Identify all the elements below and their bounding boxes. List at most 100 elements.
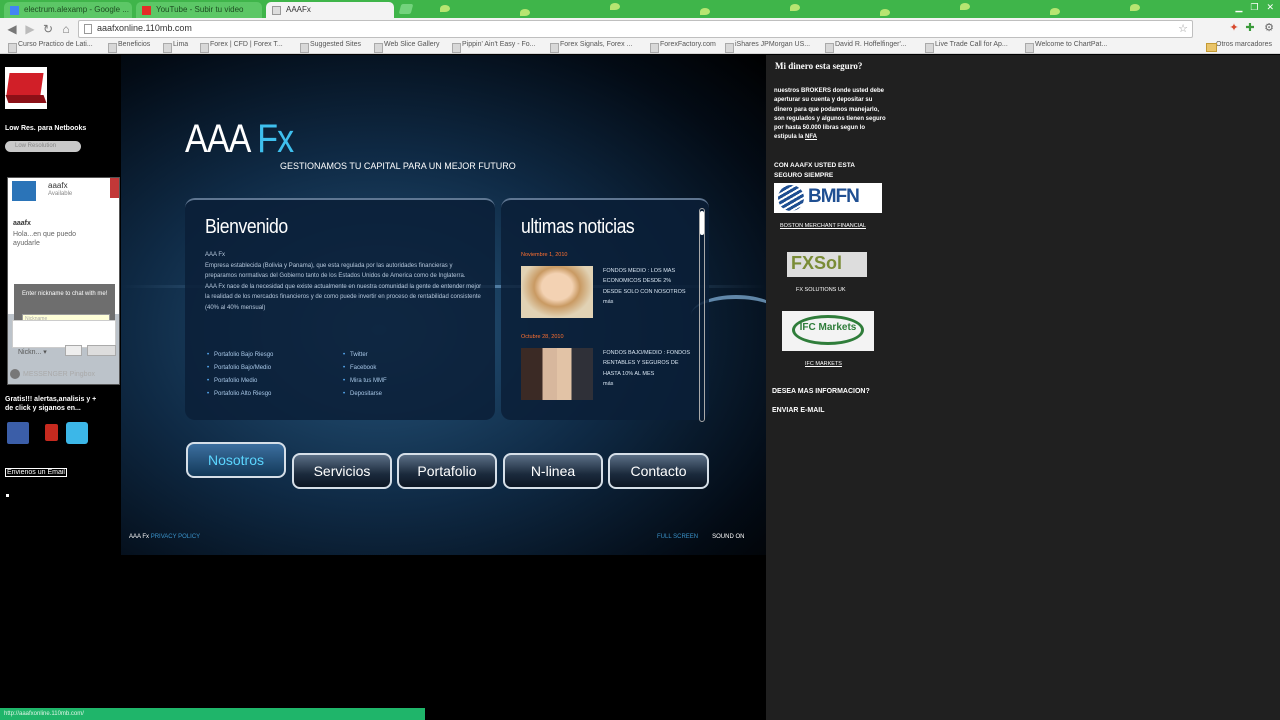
nickname-prompt: Enter nickname to chat with me! <box>22 291 108 297</box>
tab-youtube[interactable]: YouTube - Subir tu video <box>136 2 262 18</box>
news-date: Octubre 28, 2010 <box>521 334 564 340</box>
news-image[interactable] <box>521 348 593 400</box>
bookmark-item[interactable]: Curso Practico de Lati... <box>8 41 93 53</box>
link-facebook[interactable]: Facebook <box>343 365 376 371</box>
site-footer-right: FULL SCREEN SOUND ON <box>657 534 744 540</box>
safety-title: Mi dinero esta seguro? <box>775 61 863 71</box>
bmfn-caption[interactable]: BOSTON MERCHANT FINANCIAL <box>780 223 866 229</box>
safety-text: nuestros BROKERS donde usted debe apertu… <box>774 88 886 141</box>
full-screen-link[interactable]: FULL SCREEN <box>657 534 698 540</box>
netbook-image[interactable] <box>5 67 47 109</box>
bookmark-item[interactable]: ForexFactory.com <box>650 41 716 53</box>
bookmark-item[interactable]: Live Trade Call for Ap... <box>925 41 1008 53</box>
new-tab-button[interactable] <box>398 4 414 14</box>
nickname-dropdown[interactable]: Nickn... ▾ <box>18 348 47 356</box>
bookmark-item[interactable]: Welcome to ChartPat... <box>1025 41 1107 53</box>
contact-status: Available <box>48 191 73 197</box>
reload-icon[interactable]: ↻ <box>40 21 56 37</box>
link-portafolio-medio[interactable]: Portafolio Medio <box>207 378 257 384</box>
send-email-link[interactable]: ENVIAR E-MAIL <box>772 407 825 414</box>
privacy-policy-link[interactable]: PRIVACY POLICY <box>151 534 200 540</box>
send-button[interactable] <box>87 345 116 356</box>
sound-toggle[interactable]: SOUND ON <box>712 534 744 540</box>
bookmark-item[interactable]: Forex | CFD | Forex T... <box>200 41 283 53</box>
site-logo: AAA Fx <box>185 117 294 161</box>
nav-servicios[interactable]: Servicios <box>292 453 392 489</box>
news-item[interactable]: FONDOS MEDIO : LOS MAS ECONOMICOS DESDE … <box>603 266 691 307</box>
pingbox-label: MESSENGER Pingbox <box>23 370 95 378</box>
browser-toolbar: ◀ ▶ ↻ ⌂ aaafxonline.110mb.com ☆ ✦ ✚ ⚙ <box>0 18 1280 40</box>
pingbox-brand: MESSENGER Pingbox <box>10 369 95 379</box>
ifc-caption[interactable]: IFC MARKETS <box>805 361 842 367</box>
tab-gmail[interactable]: electrum.alexamp - Google ... <box>4 2 132 18</box>
avatar <box>12 181 36 201</box>
page-content: Low Res. para Netbooks Low Resolution aa… <box>0 55 1280 720</box>
forward-icon[interactable]: ▶ <box>22 21 38 37</box>
alerts-text: Gratis!!! alertas,analisis y + de click … <box>5 396 97 412</box>
tab-label: YouTube - Subir tu video <box>156 5 244 14</box>
chat-sender: aaafx <box>13 220 31 227</box>
extension-icon-2[interactable]: ✚ <box>1243 21 1257 35</box>
secure-heading: CON AAAFX USTED ESTA SEGURO SIEMPRE <box>774 162 855 179</box>
more-info-heading: DESEA MAS INFORMACION? <box>772 388 870 395</box>
news-image[interactable] <box>521 266 593 318</box>
messenger-pingbox: aaafx Available aaafx Hola...en que pued… <box>7 177 120 385</box>
ifc-logo[interactable]: IFC Markets <box>782 311 874 351</box>
twitter-icon[interactable] <box>66 422 88 444</box>
bookmark-item[interactable]: Forex Signals, Forex ... <box>550 41 632 53</box>
email-link[interactable]: Envienos un Email <box>5 468 67 477</box>
close-icon[interactable]: ✕ <box>1266 2 1274 13</box>
youtube-icon[interactable] <box>42 422 60 444</box>
pingbox-close-button[interactable] <box>110 178 119 198</box>
minimize-icon[interactable]: ▁ <box>1235 2 1242 13</box>
link-portafolio-alto[interactable]: Portafolio Alto Riesgo <box>207 391 271 397</box>
nav-nosotros[interactable]: Nosotros <box>186 442 286 478</box>
low-res-button[interactable]: Low Resolution <box>5 141 81 152</box>
link-mmf[interactable]: Mira tus MMF <box>343 378 387 384</box>
nav-contacto[interactable]: Contacto <box>608 453 709 489</box>
bookmark-item[interactable]: Beneficios <box>108 41 150 53</box>
welcome-panel: Bienvenido AAA Fx Empresa establecida (B… <box>185 198 495 420</box>
news-title: ultimas noticias <box>521 216 635 238</box>
news-scrollbar[interactable] <box>699 208 705 422</box>
message-input[interactable] <box>12 320 116 348</box>
status-bar: http://aaafxonline.110mb.com/ <box>0 708 425 720</box>
welcome-text: AAA Fx Empresa establecida (Bolivia y Pa… <box>205 252 482 311</box>
home-icon[interactable]: ⌂ <box>58 21 74 37</box>
nav-portafolio[interactable]: Portafolio <box>397 453 497 489</box>
messenger-icon <box>10 369 20 379</box>
bookmark-item[interactable]: David R. Hoffelfinger'... <box>825 41 907 53</box>
back-icon[interactable]: ◀ <box>4 21 20 37</box>
link-portafolio-bajo[interactable]: Portafolio Bajo Riesgo <box>207 352 273 358</box>
news-item[interactable]: FONDOS BAJO/MEDIO : FONDOS RENTABLES Y S… <box>603 348 691 389</box>
fxsol-logo[interactable]: FXSol <box>787 252 867 277</box>
bookmark-item[interactable]: Suggested Sites <box>300 41 361 53</box>
link-portafolio-bajo-medio[interactable]: Portafolio Bajo/Medio <box>207 365 271 371</box>
restore-icon[interactable]: ❐ <box>1250 2 1258 13</box>
bookmark-star-icon[interactable]: ☆ <box>1178 22 1188 35</box>
page-icon <box>84 24 92 34</box>
bookmark-item[interactable]: Web Slice Gallery <box>374 41 440 53</box>
address-url: aaafxonline.110mb.com <box>97 23 192 33</box>
wrench-icon[interactable]: ⚙ <box>1262 21 1276 35</box>
nav-n-linea[interactable]: N-linea <box>503 453 603 489</box>
news-panel: ultimas noticias Noviembre 1, 2010 FONDO… <box>501 198 709 422</box>
emoticon-button[interactable] <box>65 345 82 356</box>
bookmark-item[interactable]: Lima <box>163 41 188 53</box>
tab-aaafx[interactable]: AAAFx <box>266 2 394 18</box>
address-bar[interactable]: aaafxonline.110mb.com ☆ <box>78 20 1193 38</box>
extension-icon[interactable]: ✦ <box>1227 21 1241 35</box>
fxsol-caption[interactable]: FX SOLUTIONS UK <box>796 287 846 293</box>
browser-tab-bar: electrum.alexamp - Google ... YouTube - … <box>0 0 1280 18</box>
page-icon <box>272 6 281 15</box>
nfa-link[interactable]: NFA <box>805 134 817 140</box>
other-bookmarks-folder[interactable]: Otros marcadores <box>1206 41 1272 52</box>
facebook-icon[interactable] <box>7 422 29 444</box>
bmfn-logo[interactable]: BMFN <box>774 183 882 213</box>
youtube-icon <box>142 6 151 15</box>
link-depositarse[interactable]: Depositarse <box>343 391 382 397</box>
bookmark-item[interactable]: iShares JPMorgan US... <box>725 41 810 53</box>
pingbox-header: aaafx Available <box>8 178 119 204</box>
link-twitter[interactable]: Twitter <box>343 352 368 358</box>
bookmark-item[interactable]: Pippin' Ain't Easy - Fo... <box>452 41 535 53</box>
